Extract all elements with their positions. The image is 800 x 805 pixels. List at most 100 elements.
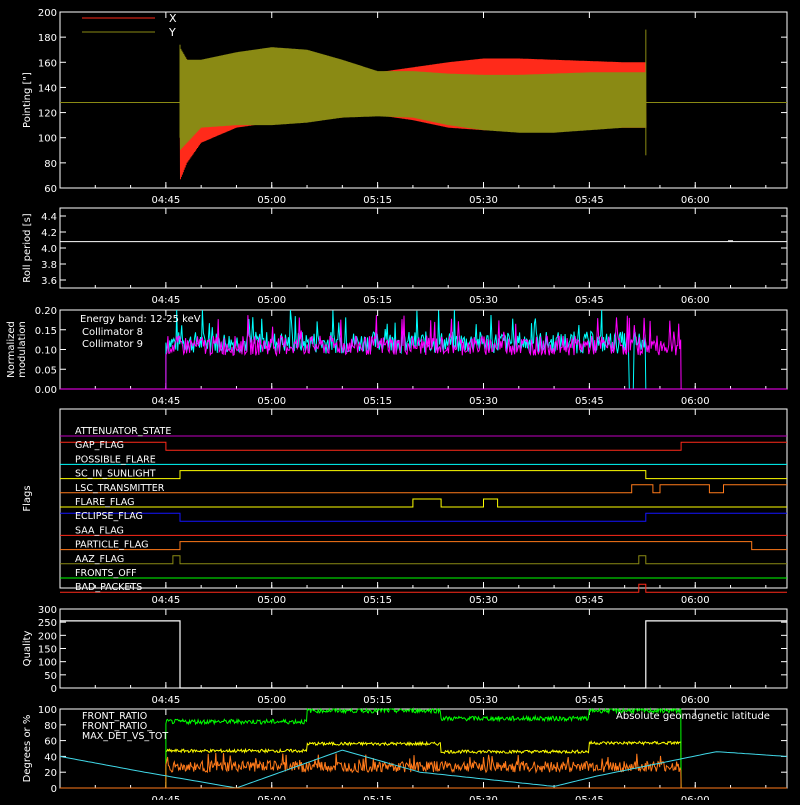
roll_period-ytick-label: 4.0: [41, 244, 57, 255]
flag-line-sc-in-sunlight: [60, 470, 787, 480]
modulation-xtick-label: 05:00: [257, 396, 286, 407]
ratios-ytick-label: 0: [51, 784, 57, 795]
modulation-legend-8: Collimator 8: [82, 327, 143, 338]
modulation-ylabel: Normalized: [6, 321, 17, 378]
flag-label-attenuator-state: ATTENUATOR_STATE: [75, 426, 171, 437]
flag-label-aaz-flag: AAZ_FLAG: [75, 554, 124, 565]
ratios-ytick-label: 100: [38, 705, 57, 716]
pointing-xtick-label: 04:45: [151, 195, 180, 206]
ratios-annotation: Absolute geomagnetic latitude: [616, 711, 770, 722]
flags-xtick-label: 05:45: [575, 595, 604, 606]
flag-label-lsc-transmitter: LSC_TRANSMITTER: [75, 483, 165, 494]
modulation-xtick-label: 04:45: [151, 396, 180, 407]
pointing-ytick-label: 120: [38, 109, 57, 120]
quality-xtick-label: 06:00: [681, 695, 710, 706]
roll_period-ytick-label: 4.2: [41, 228, 57, 239]
flag-label-gap-flag: GAP_FLAG: [75, 440, 124, 451]
pointing-xtick-label: 05:00: [257, 195, 286, 206]
flags-xtick-label: 05:30: [469, 595, 498, 606]
flag-line-gap-flag: [60, 441, 787, 451]
quality-xtick-label: 04:45: [151, 695, 180, 706]
ratios-xtick-label: 05:00: [257, 795, 286, 800]
modulation-ytick-label: 0.00: [35, 385, 57, 396]
roll_period-xtick-label: 05:00: [257, 295, 286, 306]
pointing-xtick-label: 05:30: [469, 195, 498, 206]
ratios-ytick-label: 40: [44, 752, 57, 763]
ratios-ytick-label: 80: [44, 721, 57, 732]
ratios-ylabel: Degrees or %: [22, 715, 33, 783]
pointing-ytick-label: 140: [38, 83, 57, 94]
modulation-xtick-label: 05:15: [363, 396, 392, 407]
flag-line-aaz-flag: [60, 555, 787, 565]
ratios-xtick-label: 05:15: [363, 795, 392, 800]
chart-canvas: 04:45 05:00 05:15 05:30 05:45 06:00 60 80 100 120…: [6, 8, 788, 805]
modulation-series-9: [165, 315, 682, 390]
roll_period-xtick-label: 06:00: [681, 295, 710, 306]
pointing-ytick-label: 80: [44, 159, 57, 170]
figure: 04:45 05:00 05:15 05:30 05:45 06:00 60 80 100 120…: [0, 0, 800, 805]
quality-ytick-label: 250: [38, 618, 57, 629]
modulation-xtick-label: 05:45: [575, 396, 604, 407]
quality-ytick-label: 300: [38, 605, 57, 616]
roll_period-ytick-label: 4.4: [41, 212, 57, 223]
flags-xtick-label: 05:15: [363, 595, 392, 606]
ratios-xtick-label: 06:00: [681, 795, 710, 800]
pointing-xtick-label: 05:15: [363, 195, 392, 206]
modulation-ylabel-2: modulation: [17, 321, 28, 378]
roll_period-xtick-label: 05:45: [575, 295, 604, 306]
roll_period-ytick-label: 3.6: [41, 276, 57, 287]
modulation-annotation: Energy band: 12-25 keV: [80, 314, 201, 325]
quality-ytick-label: 50: [44, 671, 57, 682]
modulation-ytick-label: 0.15: [35, 326, 57, 337]
flag-line-particle-flag: [60, 541, 787, 551]
pointing-ylabel: Pointing ["]: [22, 72, 33, 128]
ratios-ytick-label: 20: [44, 768, 57, 779]
quality-xtick-label: 05:30: [469, 695, 498, 706]
pointing-ytick-label: 160: [38, 58, 57, 69]
roll_period-xtick-label: 05:30: [469, 295, 498, 306]
roll_period-ylabel: Roll period [s]: [22, 213, 33, 282]
quality-line: [60, 620, 787, 689]
flag-label-bad-packets: BAD_PACKETS: [75, 582, 142, 593]
flag-line-lsc-transmitter: [60, 484, 787, 494]
ratios-xtick-label: 05:30: [469, 795, 498, 800]
pointing-xtick-label: 05:45: [575, 195, 604, 206]
ratios-series-1: [165, 707, 682, 789]
pointing-ytick-label: 180: [38, 33, 57, 44]
roll_period-ytick-label: 3.8: [41, 260, 57, 271]
ratios-ytick-label: 60: [44, 737, 57, 748]
quality-ytick-label: 200: [38, 631, 57, 642]
ratios-legend-2: MAX_DET_VS_TOT: [82, 731, 168, 742]
ratios-xtick-label: 05:45: [575, 795, 604, 800]
quality-ytick-label: 100: [38, 658, 57, 669]
quality-ytick-label: 150: [38, 645, 57, 656]
roll_period-frame: [59, 207, 788, 289]
ratios-xtick-label: 04:45: [151, 795, 180, 800]
modulation-ytick-label: 0.05: [35, 365, 57, 376]
quality-xtick-label: 05:00: [257, 695, 286, 706]
pointing-ytick-label: 200: [38, 8, 57, 19]
flag-line-flare-flag: [60, 498, 787, 508]
pointing-legend-label-y: Y: [168, 26, 176, 39]
pointing-ytick-label: 60: [44, 184, 57, 195]
quality-ytick-label: 0: [51, 684, 57, 695]
flags-xtick-label: 06:00: [681, 595, 710, 606]
flags-xtick-label: 05:00: [257, 595, 286, 606]
pointing-xtick-label: 06:00: [681, 195, 710, 206]
flag-label-flare-flag: FLARE_FLAG: [75, 497, 135, 508]
modulation-xtick-label: 06:00: [681, 396, 710, 407]
quality-xtick-label: 05:15: [363, 695, 392, 706]
flags-ylabel: Flags: [22, 485, 33, 511]
pointing-ytick-label: 100: [38, 134, 57, 145]
flag-label-particle-flag: PARTICLE_FLAG: [75, 540, 148, 551]
flag-label-sc-in-sunlight: SC_IN_SUNLIGHT: [75, 469, 156, 480]
modulation-xtick-label: 05:30: [469, 396, 498, 407]
quality-xtick-label: 05:45: [575, 695, 604, 706]
roll_period-xtick-label: 04:45: [151, 295, 180, 306]
modulation-ytick-label: 0.20: [35, 306, 57, 317]
roll_period-xtick-label: 05:15: [363, 295, 392, 306]
modulation-legend-9: Collimator 9: [82, 339, 143, 350]
flag-label-saa-flag: SAA_FLAG: [75, 525, 124, 536]
pointing-legend-label-x: X: [169, 12, 177, 25]
flag-label-fronts-off: FRONTS_OFF: [75, 568, 137, 579]
